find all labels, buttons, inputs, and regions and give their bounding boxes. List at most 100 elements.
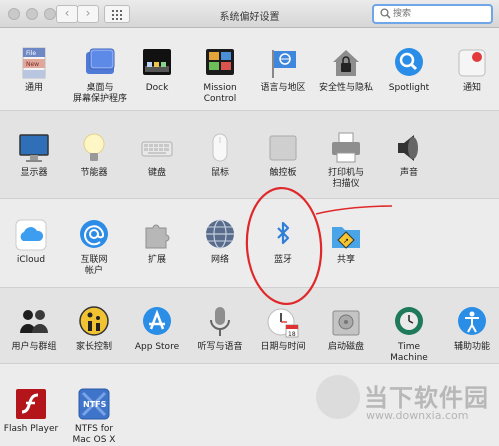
mouse-icon bbox=[203, 131, 237, 165]
pref-label: 安全性与隐私 bbox=[318, 83, 373, 93]
pref-label: 扩展 bbox=[147, 255, 166, 265]
dock-icon bbox=[140, 46, 174, 80]
pref-label: 网络 bbox=[210, 255, 229, 265]
flag-icon bbox=[266, 46, 300, 80]
pref-accessibility[interactable]: 辅助功能 bbox=[441, 305, 499, 353]
accessibility-icon bbox=[455, 305, 489, 339]
pref-label: 通知 bbox=[462, 83, 481, 93]
pref-label: App Store bbox=[134, 342, 180, 352]
users-icon bbox=[17, 305, 51, 339]
pref-label: 鼠标 bbox=[210, 168, 229, 178]
pref-label: 辅助功能 bbox=[453, 342, 490, 352]
pref-parental[interactable]: 家长控制 bbox=[63, 305, 125, 353]
svg-text:18: 18 bbox=[288, 331, 296, 338]
desktop-icon bbox=[83, 46, 117, 80]
svg-text:New: New bbox=[26, 61, 39, 68]
pref-time-machine[interactable]: Time Machine bbox=[378, 305, 440, 364]
pref-extensions[interactable]: 扩展 bbox=[126, 218, 188, 266]
svg-text:File: File bbox=[26, 50, 36, 57]
title-bar: ‹ › 系统偏好设置 bbox=[0, 0, 499, 28]
pref-desktop[interactable]: 桌面与 屏幕保护程序 bbox=[69, 46, 131, 105]
pref-ntfs[interactable]: NTFS NTFS for Mac OS X bbox=[63, 387, 125, 446]
pref-notifications[interactable]: 通知 bbox=[441, 46, 499, 94]
clock-icon: 18 bbox=[266, 305, 300, 339]
pref-label: iCloud bbox=[16, 255, 46, 265]
flash-icon bbox=[14, 387, 48, 421]
pref-dock[interactable]: Dock bbox=[126, 46, 188, 94]
pref-label: 桌面与 屏幕保护程序 bbox=[72, 83, 127, 104]
search-field[interactable] bbox=[372, 4, 493, 24]
watermark-logo bbox=[316, 375, 360, 419]
globe-icon bbox=[203, 218, 237, 252]
notifications-icon bbox=[455, 46, 489, 80]
mission-control-icon bbox=[203, 46, 237, 80]
pref-network[interactable]: 网络 bbox=[189, 218, 251, 266]
pref-label: 打印机与 扫描仪 bbox=[327, 168, 364, 189]
pref-label: 听写与语音 bbox=[197, 342, 243, 352]
pref-label: 语言与地区 bbox=[260, 83, 306, 93]
pref-keyboard[interactable]: 键盘 bbox=[126, 131, 188, 179]
pref-label: Spotlight bbox=[388, 83, 430, 93]
pref-internet-accounts[interactable]: 互联网 帐户 bbox=[63, 218, 125, 277]
svg-text:NTFS: NTFS bbox=[83, 400, 107, 409]
sharing-icon: ↗ bbox=[329, 218, 363, 252]
spotlight-icon bbox=[392, 46, 426, 80]
pref-label: Mission Control bbox=[203, 83, 237, 104]
watermark-url: www.downxia.com bbox=[366, 409, 469, 422]
pref-label: 互联网 帐户 bbox=[80, 255, 108, 276]
icloud-icon bbox=[14, 218, 48, 252]
pref-general[interactable]: File New 通用 bbox=[3, 46, 65, 94]
pref-trackpad[interactable]: 触控板 bbox=[252, 131, 314, 179]
pref-appstore[interactable]: App Store bbox=[126, 305, 188, 353]
pref-datetime[interactable]: 18 日期与时间 bbox=[252, 305, 314, 353]
display-icon bbox=[17, 131, 51, 165]
pref-security[interactable]: 安全性与隐私 bbox=[315, 46, 377, 94]
pref-bluetooth[interactable]: 蓝牙 bbox=[252, 218, 314, 266]
speaker-icon bbox=[392, 131, 426, 165]
pref-label: 通用 bbox=[24, 83, 43, 93]
pref-label: 节能器 bbox=[80, 168, 108, 178]
pref-language[interactable]: 语言与地区 bbox=[252, 46, 314, 94]
keyboard-icon bbox=[140, 131, 174, 165]
pref-label: 触控板 bbox=[269, 168, 297, 178]
pref-energy[interactable]: 节能器 bbox=[63, 131, 125, 179]
appstore-icon bbox=[140, 305, 174, 339]
search-input[interactable] bbox=[393, 7, 489, 21]
pref-label: 用户与群组 bbox=[11, 342, 57, 352]
pref-sharing[interactable]: ↗ 共享 bbox=[315, 218, 377, 266]
pref-flash-player[interactable]: Flash Player bbox=[0, 387, 62, 435]
pref-label: Dock bbox=[145, 83, 169, 93]
pref-sound[interactable]: 声音 bbox=[378, 131, 440, 179]
pref-label: Time Machine bbox=[390, 342, 428, 363]
watermark-title: 当下软件园 bbox=[364, 384, 489, 412]
ntfs-icon: NTFS bbox=[77, 387, 111, 421]
pref-label: 声音 bbox=[399, 168, 418, 178]
pref-dictation[interactable]: 听写与语音 bbox=[189, 305, 251, 353]
pref-label: 键盘 bbox=[147, 168, 166, 178]
pref-label: 共享 bbox=[336, 255, 355, 265]
search-icon bbox=[380, 8, 391, 19]
pref-label: 日期与时间 bbox=[260, 342, 306, 352]
trackpad-icon bbox=[266, 131, 300, 165]
disk-icon bbox=[329, 305, 363, 339]
pref-mouse[interactable]: 鼠标 bbox=[189, 131, 251, 179]
pref-users[interactable]: 用户与群组 bbox=[3, 305, 65, 353]
pref-label: NTFS for Mac OS X bbox=[72, 424, 116, 445]
pref-spotlight[interactable]: Spotlight bbox=[378, 46, 440, 94]
puzzle-icon bbox=[140, 218, 174, 252]
general-icon: File New bbox=[17, 46, 51, 80]
pref-label: 启动磁盘 bbox=[327, 342, 364, 352]
pref-displays[interactable]: 显示器 bbox=[3, 131, 65, 179]
timemachine-icon bbox=[392, 305, 426, 339]
bulb-icon bbox=[77, 131, 111, 165]
at-icon bbox=[77, 218, 111, 252]
pref-icloud[interactable]: iCloud bbox=[0, 218, 62, 266]
pref-label: 显示器 bbox=[20, 168, 48, 178]
microphone-icon bbox=[203, 305, 237, 339]
printer-icon bbox=[329, 131, 363, 165]
pref-mission-control[interactable]: Mission Control bbox=[189, 46, 251, 105]
pref-label: Flash Player bbox=[3, 424, 59, 434]
pref-label: 家长控制 bbox=[75, 342, 112, 352]
pref-startup-disk[interactable]: 启动磁盘 bbox=[315, 305, 377, 353]
pref-printers[interactable]: 打印机与 扫描仪 bbox=[315, 131, 377, 190]
